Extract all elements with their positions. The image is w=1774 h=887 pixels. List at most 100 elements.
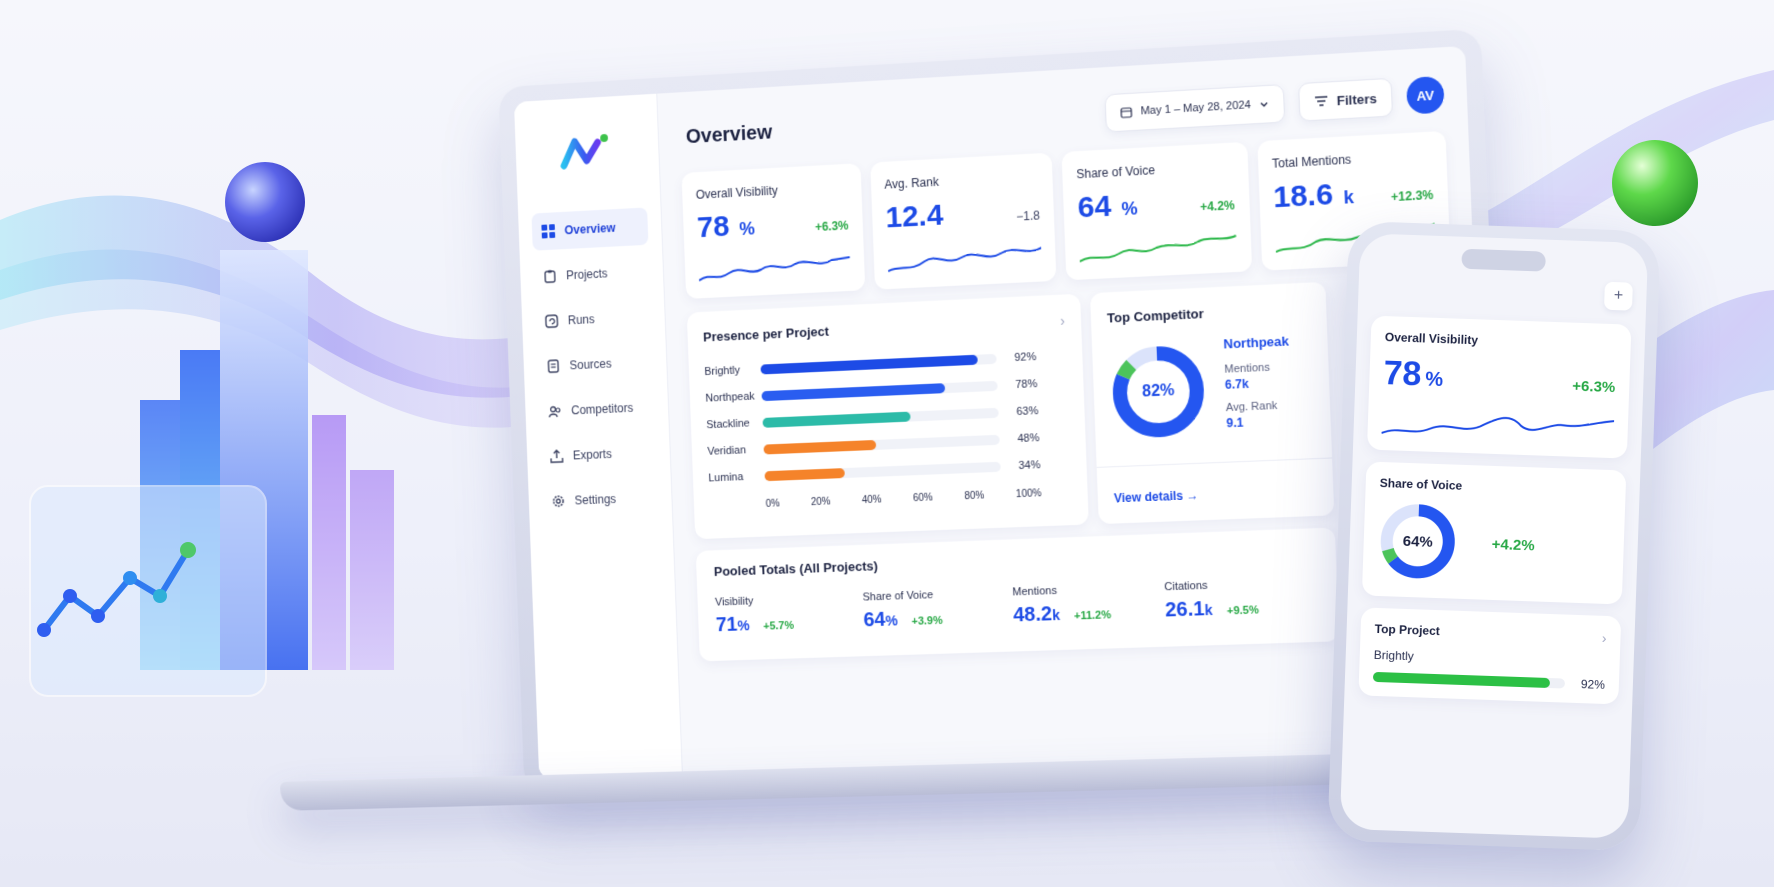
kpi-unit: % bbox=[1120, 198, 1138, 220]
kpi-value: 12.4 bbox=[885, 198, 944, 235]
share-of-voice-delta: +4.2% bbox=[1491, 535, 1535, 554]
bar-fill bbox=[764, 467, 845, 481]
top-project-value: 92% bbox=[1580, 677, 1606, 692]
card-title: Presence per Project bbox=[702, 323, 830, 345]
pooled-unit: % bbox=[885, 612, 898, 629]
sidebar-item-settings[interactable]: Settings bbox=[542, 479, 659, 521]
sidebar-item-exports[interactable]: Exports bbox=[540, 433, 657, 475]
pooled-metric-share-of-voice: Share of Voice 64% +3.9% bbox=[862, 586, 1013, 632]
filters-button[interactable]: Filters bbox=[1298, 77, 1394, 122]
pooled-delta: +5.7% bbox=[763, 619, 795, 633]
scene: Overview Projects Runs Sources Competito… bbox=[0, 0, 1774, 887]
pooled-label: Mentions bbox=[1012, 584, 1058, 599]
pooled-value: 71 bbox=[715, 613, 738, 637]
top-competitor-card: Top Competitor 82% Northpeak Mentions 6.… bbox=[1090, 281, 1335, 525]
kpi-delta: +12.3% bbox=[1390, 187, 1434, 205]
bar-track bbox=[761, 380, 998, 401]
share-of-voice-donut: 64% bbox=[1376, 500, 1459, 583]
pooled-unit: k bbox=[1204, 601, 1213, 619]
grid-icon bbox=[541, 224, 556, 239]
sidebar-item-projects[interactable]: Projects bbox=[533, 253, 650, 296]
sparkline bbox=[1381, 417, 1615, 434]
top-project-bar-fill bbox=[1372, 671, 1550, 689]
decorative-3d-bars bbox=[29, 162, 394, 697]
kpi-delta: −1.8 bbox=[1016, 208, 1041, 224]
kpi-label: Overall Visibility bbox=[695, 183, 778, 202]
visibility-unit: % bbox=[1424, 368, 1444, 392]
sidebar-item-sources[interactable]: Sources bbox=[536, 343, 653, 386]
bar-track bbox=[762, 407, 999, 428]
kpi-label: Avg. Rank bbox=[884, 174, 940, 192]
pooled-value: 26.1 bbox=[1164, 598, 1206, 622]
pooled-metric-citations: Citations 26.1k +9.5% bbox=[1164, 576, 1320, 623]
chevron-right-icon[interactable]: › bbox=[1060, 313, 1065, 329]
card-title: Overall Visibility bbox=[1384, 330, 1479, 348]
pooled-unit: % bbox=[737, 617, 750, 634]
kpi-value: 18.6 bbox=[1272, 177, 1334, 215]
kpi-delta: +4.2% bbox=[1199, 198, 1236, 215]
bar-label: Veridian bbox=[707, 443, 747, 458]
presence-per-project-card: Presence per Project › Brightly 92% Northp… bbox=[686, 293, 1089, 540]
phone-top-project-card[interactable]: Top Project › Brightly 92% bbox=[1358, 607, 1622, 705]
kpi-card-share-of-voice[interactable]: Share of Voice 64% +4.2% bbox=[1061, 141, 1252, 281]
app-logo[interactable] bbox=[559, 130, 612, 172]
avg-rank-label: Avg. Rank bbox=[1225, 399, 1278, 415]
arrow-right-icon: → bbox=[1186, 488, 1199, 503]
pooled-totals-card: Pooled Totals (All Projects) Visibility … bbox=[695, 527, 1340, 662]
kpi-card-visibility[interactable]: Overall Visibility 78% +6.3% bbox=[681, 163, 865, 299]
bar-value: 48% bbox=[1017, 431, 1040, 445]
card-title: Top Project bbox=[1374, 621, 1441, 639]
chevron-right-icon[interactable]: › bbox=[1602, 630, 1607, 646]
phone-visibility-card[interactable]: Overall Visibility 78 % +6.3% bbox=[1366, 315, 1632, 459]
phone: + Overall Visibility 78 % +6.3% Share of… bbox=[1327, 220, 1661, 852]
top-project-bar-track bbox=[1372, 671, 1566, 689]
kpi-value: 64 bbox=[1077, 189, 1112, 225]
document-icon bbox=[546, 359, 560, 373]
pooled-label: Citations bbox=[1164, 579, 1208, 594]
page-title: Overview bbox=[685, 121, 773, 148]
sidebar-item-label: Exports bbox=[572, 447, 613, 463]
sidebar-item-runs[interactable]: Runs bbox=[535, 298, 652, 341]
filters-label: Filters bbox=[1336, 90, 1378, 108]
phone-notch bbox=[1461, 248, 1546, 272]
kpi-label: Total Mentions bbox=[1271, 152, 1352, 171]
sidebar-item-label: Overview bbox=[564, 220, 616, 238]
bar-track bbox=[763, 434, 1000, 455]
visibility-delta: +6.3% bbox=[1572, 377, 1616, 397]
bar-label: Brightly bbox=[704, 364, 741, 378]
calendar-icon bbox=[1120, 106, 1133, 119]
kpi-card-avg-rank[interactable]: Avg. Rank 12.4 −1.8 bbox=[869, 152, 1057, 290]
sidebar-item-label: Settings bbox=[574, 492, 617, 508]
competitor-donut: 82% bbox=[1108, 341, 1209, 442]
sidebar-item-competitors[interactable]: Competitors bbox=[538, 388, 655, 430]
bar-fill bbox=[761, 382, 946, 401]
pooled-value: 64 bbox=[863, 608, 886, 632]
sidebar-item-label: Runs bbox=[567, 312, 595, 328]
pooled-label: Share of Voice bbox=[862, 589, 934, 604]
sidebar-item-overview[interactable]: Overview bbox=[531, 207, 649, 251]
kpi-row: Overall Visibility 78% +6.3% Avg. Rank 1… bbox=[681, 130, 1451, 299]
divider bbox=[1096, 457, 1333, 468]
pooled-value: 48.2 bbox=[1012, 603, 1053, 627]
avg-rank-value: 9.1 bbox=[1226, 415, 1244, 431]
phone-share-of-voice-card[interactable]: Share of Voice 64% +4.2% bbox=[1361, 461, 1627, 605]
axis-tick-label: 40% bbox=[861, 494, 882, 507]
axis-tick-label: 0% bbox=[765, 498, 781, 510]
bar-label: Northpeak bbox=[705, 390, 755, 405]
kpi-unit: k bbox=[1343, 186, 1355, 208]
view-details-link[interactable]: View details → bbox=[1114, 488, 1199, 505]
competitor-share-label: 82% bbox=[1141, 381, 1175, 401]
bar-label: Lumina bbox=[708, 470, 744, 484]
date-range-picker[interactable]: May 1 – May 28, 2024 bbox=[1104, 84, 1286, 133]
axis-tick-label: 80% bbox=[964, 490, 985, 503]
avatar[interactable]: AV bbox=[1406, 75, 1445, 115]
presence-axis: 0% 20% 40% 60% 80% 100% bbox=[766, 488, 1042, 510]
sidebar-item-label: Projects bbox=[565, 266, 608, 283]
add-icon[interactable]: + bbox=[1603, 281, 1633, 311]
upload-icon bbox=[550, 449, 564, 463]
bar-label: Stackline bbox=[706, 417, 750, 431]
chevron-down-icon bbox=[1259, 99, 1270, 110]
users-icon bbox=[548, 404, 562, 418]
bar-value: 34% bbox=[1018, 458, 1041, 472]
card-title: Share of Voice bbox=[1379, 475, 1463, 493]
